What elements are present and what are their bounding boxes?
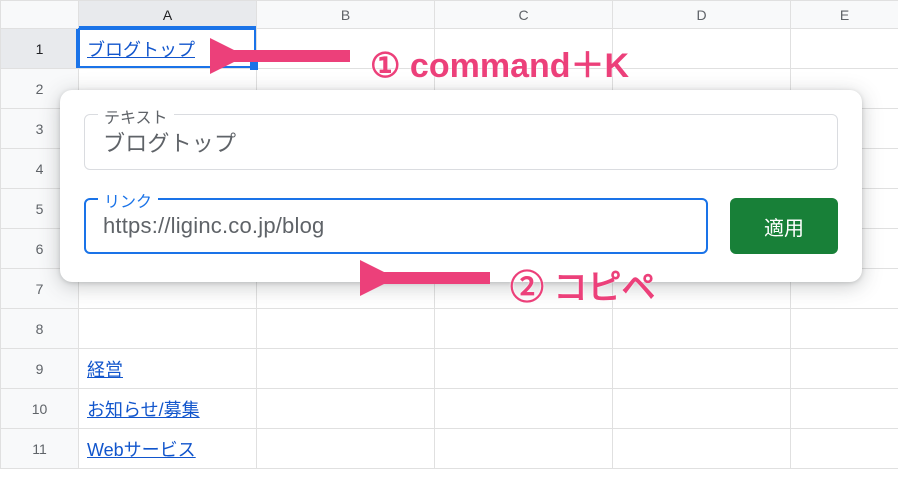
cell-A10[interactable]: お知らせ/募集 bbox=[79, 389, 257, 429]
text-field-wrapper: テキスト bbox=[84, 114, 838, 170]
col-header-A[interactable]: A bbox=[79, 1, 257, 29]
cell-D1[interactable] bbox=[613, 29, 791, 69]
cell-A9[interactable]: 経営 bbox=[79, 349, 257, 389]
text-input[interactable] bbox=[101, 128, 821, 156]
insert-link-dialog: テキスト リンク 適用 bbox=[60, 90, 862, 282]
link-input[interactable] bbox=[101, 212, 691, 240]
link-field-label: リンク bbox=[98, 188, 158, 212]
row-header-10[interactable]: 10 bbox=[1, 389, 79, 429]
apply-button[interactable]: 適用 bbox=[730, 198, 838, 254]
text-field-label: テキスト bbox=[98, 104, 174, 128]
select-all-corner[interactable] bbox=[1, 1, 79, 29]
col-header-B[interactable]: B bbox=[257, 1, 435, 29]
row-header-9[interactable]: 9 bbox=[1, 349, 79, 389]
row-header-8[interactable]: 8 bbox=[1, 309, 79, 349]
row-header-11[interactable]: 11 bbox=[1, 429, 79, 469]
link-field-wrapper: リンク bbox=[84, 198, 708, 254]
row-header-1[interactable]: 1 bbox=[1, 29, 79, 69]
cell-A8[interactable] bbox=[79, 309, 257, 349]
cell-A1[interactable]: ブログトップ bbox=[79, 29, 257, 69]
col-header-D[interactable]: D bbox=[613, 1, 791, 29]
cell-A11[interactable]: Webサービス bbox=[79, 429, 257, 469]
col-header-C[interactable]: C bbox=[435, 1, 613, 29]
cell-B1[interactable] bbox=[257, 29, 435, 69]
cell-E1[interactable] bbox=[791, 29, 898, 69]
col-header-E[interactable]: E bbox=[791, 1, 898, 29]
cell-C1[interactable] bbox=[435, 29, 613, 69]
